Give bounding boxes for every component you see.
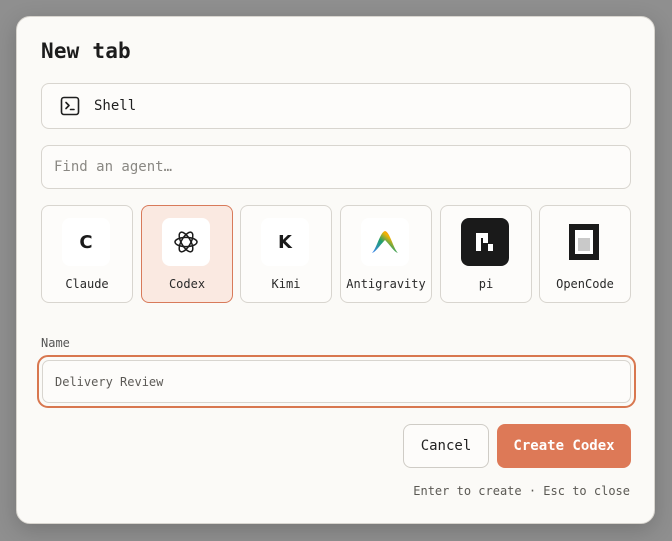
agent-name: Claude bbox=[65, 277, 109, 291]
name-input[interactable] bbox=[42, 360, 631, 403]
kimi-logo-letter: K bbox=[278, 231, 292, 253]
claude-logo-letter: C bbox=[79, 231, 93, 253]
agent-name: pi bbox=[478, 277, 494, 291]
antigravity-logo-icon bbox=[361, 218, 409, 266]
dialog-title: New tab bbox=[41, 39, 131, 63]
shell-label: Shell bbox=[94, 98, 137, 114]
claude-logo-icon: C bbox=[62, 218, 110, 266]
agent-card-kimi[interactable]: K Kimi bbox=[240, 205, 332, 303]
agent-name: Antigravity bbox=[346, 277, 426, 291]
agent-name: Codex bbox=[168, 277, 206, 291]
kimi-logo-icon: K bbox=[261, 218, 309, 266]
new-tab-dialog: New tab Shell C Claude bbox=[16, 16, 655, 524]
create-button[interactable]: Create Codex bbox=[497, 424, 631, 468]
keyboard-hint: Enter to create · Esc to close bbox=[413, 484, 630, 498]
agent-card-claude[interactable]: C Claude bbox=[41, 205, 133, 303]
agent-card-codex[interactable]: Codex bbox=[141, 205, 233, 303]
agent-name: OpenCode bbox=[556, 277, 614, 291]
agent-card-pi[interactable]: pi bbox=[440, 205, 532, 303]
agent-card-opencode[interactable]: OpenCode bbox=[539, 205, 631, 303]
agent-search-input[interactable] bbox=[41, 145, 631, 189]
name-label: Name bbox=[41, 336, 70, 350]
name-field-focus-ring bbox=[37, 355, 636, 408]
cancel-button[interactable]: Cancel bbox=[403, 424, 489, 468]
pi-logo-icon bbox=[461, 218, 509, 266]
agent-card-antigravity[interactable]: Antigravity bbox=[340, 205, 432, 303]
shell-option[interactable]: Shell bbox=[41, 83, 631, 129]
codex-logo-icon bbox=[162, 218, 210, 266]
agent-name: Kimi bbox=[271, 277, 301, 291]
terminal-icon bbox=[60, 96, 80, 116]
opencode-logo-icon bbox=[560, 218, 608, 266]
agent-grid: C Claude Codex K Kimi Antigravity pi Ope… bbox=[41, 205, 631, 303]
